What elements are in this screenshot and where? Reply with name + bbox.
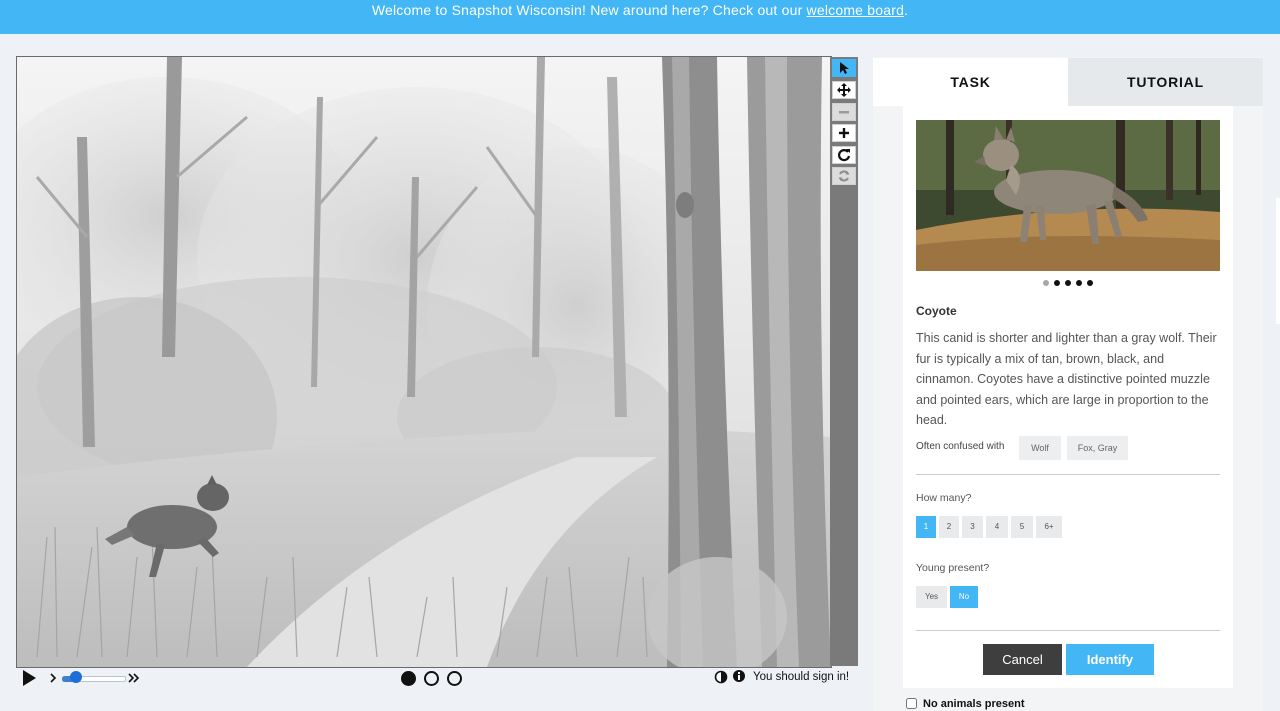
frame-dot-2[interactable] bbox=[424, 671, 439, 686]
rotate-button[interactable] bbox=[832, 146, 856, 164]
sign-in-notice: You should sign in! bbox=[753, 671, 850, 683]
pointer-tool-button[interactable] bbox=[832, 59, 856, 77]
pointer-icon bbox=[840, 62, 849, 74]
page-edge-tab[interactable] bbox=[1276, 198, 1280, 324]
confused-with-gray-fox[interactable]: Fox, Gray bbox=[1067, 436, 1128, 460]
no-animals-checkbox[interactable] bbox=[906, 698, 917, 709]
welcome-banner: Welcome to Snapshot Wisconsin! New aroun… bbox=[0, 0, 1280, 34]
how-many-option-4[interactable]: 4 bbox=[986, 516, 1008, 538]
slower-icon[interactable] bbox=[48, 669, 60, 687]
zoom-in-icon bbox=[839, 128, 849, 138]
move-icon bbox=[837, 83, 851, 97]
divider bbox=[916, 630, 1220, 631]
how-many-option-2[interactable]: 2 bbox=[939, 516, 959, 538]
identify-button[interactable]: Identify bbox=[1066, 644, 1154, 675]
young-present-label: Young present? bbox=[916, 562, 990, 574]
divider bbox=[916, 474, 1220, 475]
info-icon[interactable] bbox=[733, 670, 745, 682]
species-example-photo[interactable] bbox=[916, 120, 1220, 271]
tab-task[interactable]: TASK bbox=[873, 58, 1068, 106]
species-description: This canid is shorter and lighter than a… bbox=[916, 331, 1217, 427]
how-many-option-6[interactable]: 6+ bbox=[1036, 516, 1062, 538]
zoom-out-icon bbox=[839, 111, 849, 114]
reset-icon bbox=[838, 170, 850, 182]
frame-dot-1[interactable] bbox=[401, 671, 416, 686]
move-tool-button[interactable] bbox=[832, 81, 856, 99]
play-icon[interactable] bbox=[20, 669, 38, 687]
banner-text: Welcome to Snapshot Wisconsin! New aroun… bbox=[371, 2, 807, 18]
how-many-label: How many? bbox=[916, 492, 972, 504]
banner-suffix: . bbox=[904, 2, 909, 18]
how-many-option-1[interactable]: 1 bbox=[916, 516, 936, 538]
young-present-option-yes[interactable]: Yes bbox=[916, 586, 947, 608]
young-present-option-no[interactable]: No bbox=[950, 586, 978, 608]
carousel-dot-5[interactable] bbox=[1087, 280, 1093, 286]
subject-image-viewer[interactable] bbox=[16, 56, 832, 668]
carousel-dot-4[interactable] bbox=[1076, 280, 1082, 286]
tab-tutorial[interactable]: TUTORIAL bbox=[1068, 58, 1263, 106]
often-confused-label: Often confused with bbox=[916, 441, 1005, 452]
frame-dot-3[interactable] bbox=[447, 671, 462, 686]
carousel-dot-3[interactable] bbox=[1065, 280, 1071, 286]
zoom-out-button[interactable] bbox=[832, 103, 856, 121]
carousel-dot-2[interactable] bbox=[1054, 280, 1060, 286]
cancel-button[interactable]: Cancel bbox=[983, 644, 1062, 675]
task-tabs: TASK TUTORIAL bbox=[873, 58, 1263, 106]
species-name: Coyote bbox=[916, 304, 957, 318]
carousel-dot-1[interactable] bbox=[1043, 280, 1049, 286]
welcome-board-link[interactable]: welcome board bbox=[807, 2, 905, 18]
confused-with-wolf[interactable]: Wolf bbox=[1019, 436, 1061, 460]
rotate-icon bbox=[837, 149, 851, 162]
no-animals-label: No animals present bbox=[923, 698, 1025, 710]
no-animals-checkbox-row[interactable]: No animals present bbox=[906, 698, 1024, 710]
zoom-in-button[interactable] bbox=[832, 124, 856, 142]
how-many-option-5[interactable]: 5 bbox=[1011, 516, 1033, 538]
reset-button[interactable] bbox=[832, 167, 856, 185]
viewer-utility-icons bbox=[714, 670, 745, 684]
how-many-option-3[interactable]: 3 bbox=[962, 516, 983, 538]
invert-icon[interactable] bbox=[714, 670, 728, 684]
trail-camera-photo bbox=[17, 57, 831, 667]
faster-icon[interactable] bbox=[127, 669, 141, 687]
